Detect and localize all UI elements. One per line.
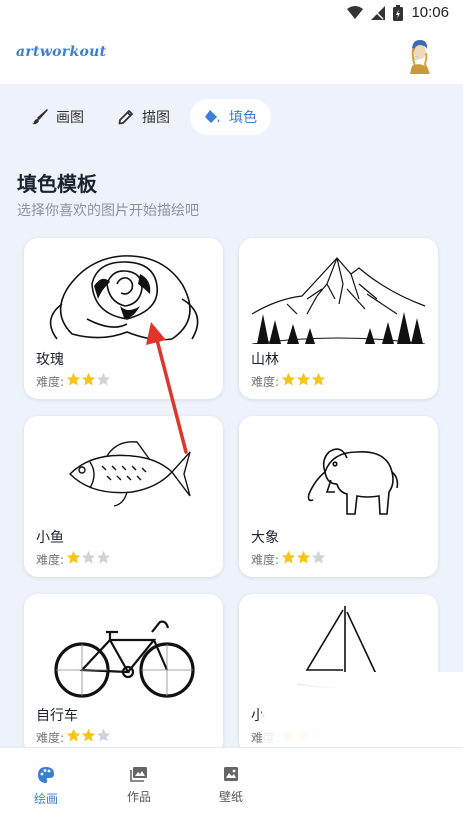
- template-name: 自行车: [36, 708, 78, 724]
- brush-icon: [32, 109, 48, 125]
- bicycle-illustration: [54, 620, 195, 698]
- star-filled-icon: [281, 372, 296, 386]
- fish-illustration: [69, 441, 191, 507]
- status-time: 10:06: [411, 4, 449, 21]
- template-card-fish[interactable]: 小鱼 难度:: [24, 416, 223, 577]
- tab-draw[interactable]: 画图: [18, 99, 98, 135]
- difficulty-label: 难度:: [251, 374, 280, 389]
- star-empty-icon: [81, 550, 96, 564]
- avatar-portrait-icon: [403, 36, 435, 74]
- app-logo: artworkout: [16, 44, 107, 60]
- tab-fill-color[interactable]: 填色: [190, 99, 271, 135]
- difficulty-rating: 难度:: [36, 372, 111, 390]
- difficulty-label: 难度:: [36, 730, 65, 745]
- section-subtitle: 选择你喜欢的图片开始描绘吧: [17, 203, 199, 219]
- mountain-illustration: [251, 257, 426, 344]
- gallery-icon: [130, 767, 147, 782]
- difficulty-label: 难度:: [36, 552, 65, 567]
- elephant-illustration: [307, 448, 399, 515]
- star-empty-icon: [96, 372, 111, 386]
- star-filled-icon: [66, 550, 81, 564]
- bottom-nav: 绘画 作品 壁纸: [0, 747, 463, 824]
- star-filled-icon: [296, 372, 311, 386]
- tab-trace[interactable]: 描图: [104, 99, 184, 135]
- template-name: 大象: [251, 530, 279, 546]
- star-empty-icon: [96, 728, 111, 742]
- rose-illustration: [49, 255, 199, 341]
- difficulty-rating: 难度:: [36, 728, 111, 746]
- template-card-bicycle[interactable]: 自行车 难度:: [24, 594, 223, 755]
- difficulty-label: 难度:: [36, 374, 65, 389]
- battery-icon: [393, 4, 404, 21]
- wifi-icon: [347, 6, 364, 19]
- nav-item-works-label: 作品: [126, 790, 151, 804]
- star-empty-icon: [311, 550, 326, 564]
- star-filled-icon: [311, 372, 326, 386]
- status-icons: 10:06: [347, 4, 449, 21]
- nav-item-wallpaper-label: 壁纸: [218, 790, 243, 804]
- nav-item-works[interactable]: 作品: [109, 766, 169, 805]
- tab-fill-color-label: 填色: [229, 110, 257, 126]
- star-filled-icon: [81, 372, 96, 386]
- template-card-mountain-forest[interactable]: 山林 难度:: [239, 238, 438, 399]
- nav-item-wallpaper[interactable]: 壁纸: [201, 766, 261, 805]
- difficulty-label: 难度:: [251, 552, 280, 567]
- app-bar: artworkout: [0, 28, 463, 84]
- avatar[interactable]: [403, 36, 435, 74]
- tab-trace-label: 描图: [142, 110, 170, 126]
- image-icon: [224, 767, 238, 781]
- nav-item-draw[interactable]: 绘画: [16, 766, 76, 807]
- difficulty-rating: 难度:: [36, 550, 111, 568]
- palette-icon: [38, 767, 54, 783]
- status-bar: 10:06: [0, 0, 463, 28]
- star-filled-icon: [281, 550, 296, 564]
- star-filled-icon: [296, 550, 311, 564]
- template-name: 玫瑰: [36, 352, 64, 368]
- nav-item-draw-label: 绘画: [33, 792, 58, 806]
- template-card-rose[interactable]: 玫瑰 难度:: [24, 238, 223, 399]
- star-empty-icon: [96, 550, 111, 564]
- template-name: 小鱼: [36, 530, 64, 546]
- tab-draw-label: 画图: [56, 110, 84, 126]
- section-title: 填色模板: [17, 172, 97, 196]
- star-filled-icon: [66, 728, 81, 742]
- star-filled-icon: [81, 728, 96, 742]
- template-card-elephant[interactable]: 大象 难度:: [239, 416, 438, 577]
- difficulty-rating: 难度:: [251, 550, 326, 568]
- template-name: 山林: [251, 352, 279, 368]
- star-filled-icon: [66, 372, 81, 386]
- paint-bucket-icon: [205, 110, 220, 123]
- difficulty-rating: 难度:: [251, 372, 326, 390]
- mode-tabs: 画图 描图 填色: [18, 99, 271, 135]
- pencil-icon: [118, 110, 133, 125]
- signal-icon: [371, 5, 386, 20]
